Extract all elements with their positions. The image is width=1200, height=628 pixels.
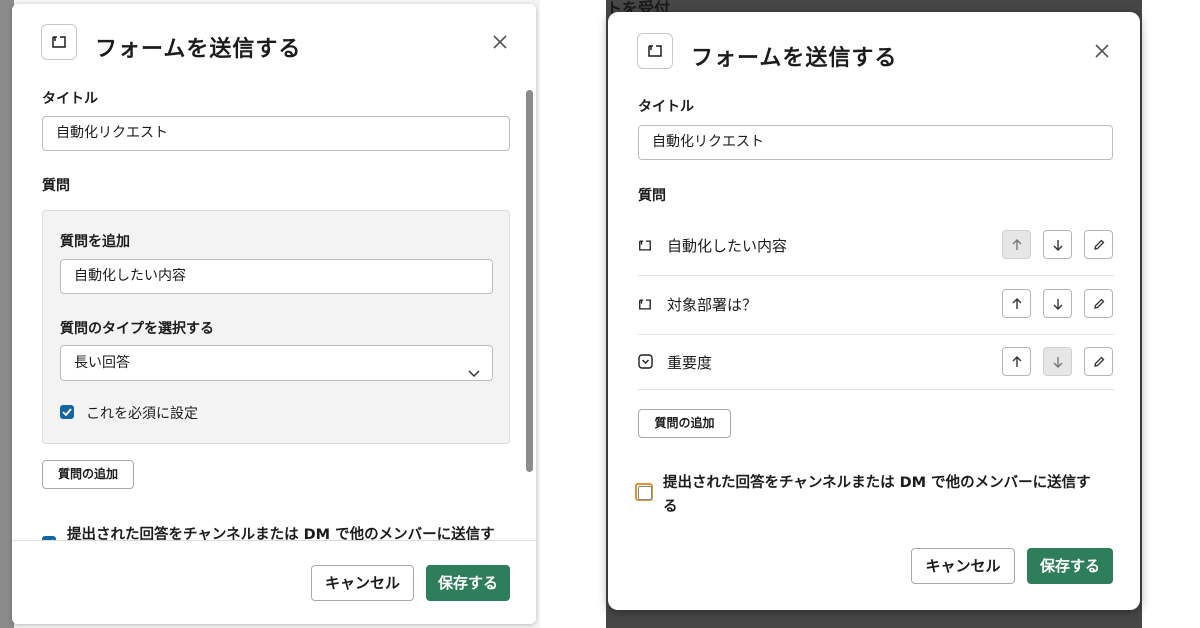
- share-checkbox[interactable]: [635, 483, 653, 501]
- title-label: タイトル: [42, 91, 98, 107]
- required-checkbox[interactable]: [60, 405, 74, 419]
- question-type-select[interactable]: 長い回答: [60, 345, 493, 381]
- add-question-button[interactable]: 質問の追加: [42, 460, 134, 489]
- arrow-up-icon: [1012, 238, 1021, 250]
- question-type-label: 質問のタイプを選択する: [60, 321, 214, 337]
- left-form-modal: フォームを送信する タイトル 自動化リクエスト 質問 質問を追加 自動化したい内…: [12, 4, 536, 624]
- question-row: 対象部署は？: [638, 277, 1114, 335]
- move-up-button[interactable]: [1002, 230, 1031, 259]
- add-question-card: 質問を追加 自動化したい内容 質問のタイプを選択する 長い回答 これを必須に設定: [42, 210, 510, 444]
- long-answer-icon: [638, 296, 654, 312]
- move-up-button[interactable]: [1002, 347, 1031, 376]
- form-icon: [41, 24, 77, 60]
- scrollbar[interactable]: [526, 90, 533, 472]
- long-answer-icon: [638, 237, 654, 253]
- save-button[interactable]: 保存する: [426, 565, 510, 601]
- questions-label: 質問: [638, 188, 666, 204]
- edit-button[interactable]: [1084, 230, 1113, 259]
- row-divider: [638, 275, 1114, 276]
- arrow-down-icon: [1053, 356, 1062, 368]
- pencil-icon: [1093, 239, 1104, 250]
- form-icon: [637, 33, 673, 69]
- close-icon[interactable]: [490, 32, 510, 52]
- edit-button[interactable]: [1084, 289, 1113, 318]
- cancel-button[interactable]: キャンセル: [311, 565, 414, 601]
- title-input[interactable]: 自動化リクエスト: [638, 125, 1113, 160]
- share-label-line1: 提出された回答をチャンネルまたは DM で他のメンバーに送信す: [663, 475, 1091, 491]
- question-text: 対象部署は？: [667, 296, 758, 314]
- add-question-label: 質問を追加: [60, 234, 130, 250]
- move-down-button[interactable]: [1043, 347, 1072, 376]
- move-down-button[interactable]: [1043, 289, 1072, 318]
- cancel-button[interactable]: キャンセル: [911, 548, 1015, 584]
- question-text: 重要度: [667, 354, 713, 372]
- arrow-down-icon: [1053, 298, 1062, 310]
- modal-title: フォームを送信する: [95, 37, 302, 62]
- add-question-button[interactable]: 質問の追加: [638, 409, 731, 438]
- questions-label: 質問: [42, 178, 70, 194]
- question-text: 自動化したい内容: [667, 237, 788, 255]
- question-type-value: 長い回答: [74, 355, 130, 371]
- question-row: 重要度: [638, 335, 1114, 393]
- edit-button[interactable]: [1084, 347, 1113, 376]
- row-divider: [638, 389, 1114, 390]
- pencil-icon: [1093, 298, 1104, 309]
- share-label-line2: る: [663, 499, 678, 515]
- required-label: これを必須に設定: [86, 406, 198, 422]
- right-form-modal: フォームを送信する タイトル 自動化リクエスト 質問 自動化したい内容 対象部署…: [608, 12, 1140, 610]
- move-up-button[interactable]: [1002, 289, 1031, 318]
- arrow-up-icon: [1012, 297, 1021, 309]
- modal-footer: キャンセル 保存する: [12, 541, 536, 624]
- arrow-down-icon: [1053, 239, 1062, 251]
- pencil-icon: [1093, 356, 1104, 367]
- modal-title: フォームを送信する: [691, 46, 898, 71]
- arrow-up-icon: [1012, 355, 1021, 367]
- dropdown-icon: [638, 354, 654, 370]
- title-label: タイトル: [638, 99, 694, 115]
- close-icon[interactable]: [1092, 41, 1112, 61]
- move-down-button[interactable]: [1043, 230, 1072, 259]
- question-row: 自動化したい内容: [638, 218, 1114, 276]
- question-text-input[interactable]: 自動化したい内容: [60, 259, 493, 294]
- save-button[interactable]: 保存する: [1027, 548, 1113, 584]
- chevron-down-icon: [468, 357, 480, 391]
- title-input[interactable]: 自動化リクエスト: [42, 116, 510, 151]
